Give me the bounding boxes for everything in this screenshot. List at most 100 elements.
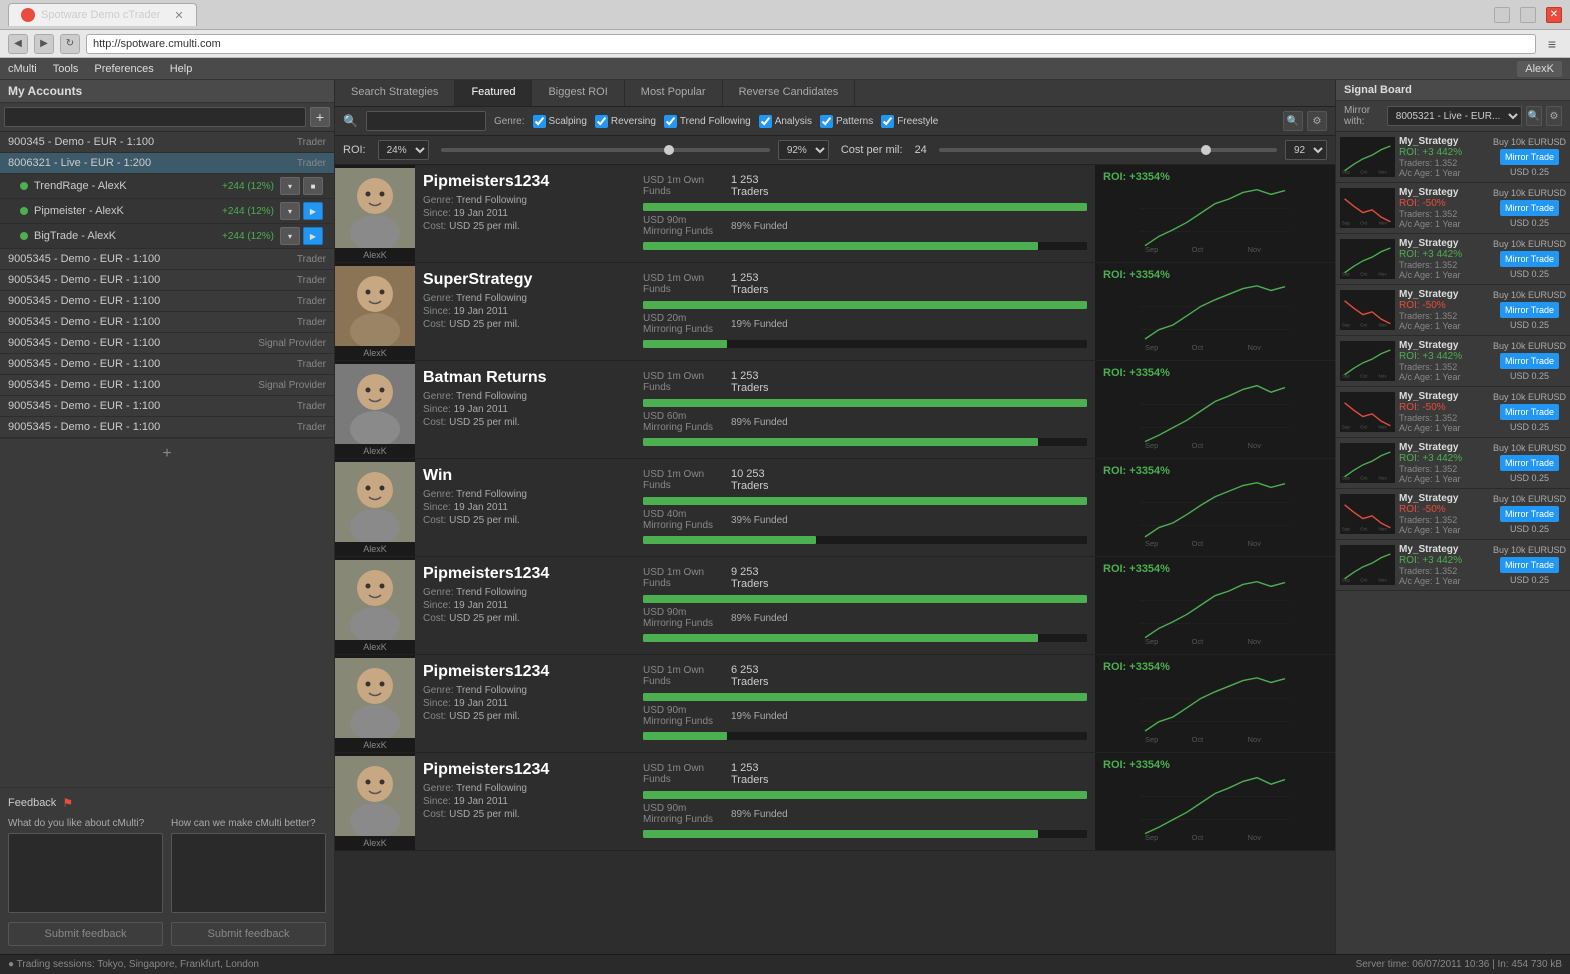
browser-menu-btn[interactable]: ≡ (1542, 34, 1562, 54)
window-close[interactable]: ✕ (1546, 7, 1562, 23)
roi-slider[interactable] (441, 148, 770, 152)
strategy-item[interactable]: AlexK Pipmeisters1234 Genre: Trend Follo… (335, 655, 1335, 753)
svg-text:Nov: Nov (1248, 343, 1262, 352)
server-time: Server time: 06/07/2011 10:36 | In: 454 … (1356, 959, 1562, 970)
more-account-item[interactable]: 9005345 - Demo - EUR - 1:100Trader (0, 396, 334, 417)
filter-scalping[interactable]: Scalping (533, 115, 587, 128)
tab-search[interactable]: Search Strategies (335, 80, 455, 106)
filter-freestyle[interactable]: Freestyle (881, 115, 938, 128)
sub-account-dropdown-3[interactable]: ▾ (280, 227, 300, 245)
account-item-selected[interactable]: 8006321 - Live - EUR - 1:200 Trader (0, 153, 334, 174)
tab-most-popular[interactable]: Most Popular (625, 80, 723, 106)
strategy-info: Pipmeisters1234 Genre: Trend Following S… (415, 753, 635, 850)
more-account-item[interactable]: 9005345 - Demo - EUR - 1:100Trader (0, 312, 334, 333)
strategy-item[interactable]: AlexK Batman Returns Genre: Trend Follow… (335, 361, 1335, 459)
mirror-trade-btn[interactable]: Mirror Trade (1500, 200, 1559, 216)
mirror-trade-btn[interactable]: Mirror Trade (1500, 506, 1559, 522)
tab-close[interactable]: ✕ (174, 9, 183, 22)
filter-icon-btn-2[interactable]: ⚙ (1307, 111, 1327, 131)
strategy-search-input[interactable] (366, 111, 486, 131)
add-new-account-row[interactable]: + (0, 438, 334, 469)
mirror-account-select[interactable]: 8005321 - Live - EUR... (1387, 106, 1522, 126)
sub-account-play-btn[interactable]: ▶ (303, 202, 323, 220)
mirror-trade-btn[interactable]: Mirror Trade (1500, 149, 1559, 165)
strategy-avatar: AlexK (335, 165, 415, 262)
menu-tools[interactable]: Tools (53, 63, 79, 75)
forward-btn[interactable]: ▶ (34, 34, 54, 54)
signal-item: Sep Oct Nov My_Strategy ROI: +3 442% Tra… (1336, 132, 1570, 183)
filter-patterns[interactable]: Patterns (820, 115, 873, 128)
signal-info: My_Strategy ROI: -50% Traders: 1.352 A/c… (1399, 493, 1489, 535)
status-bar: ● Trading sessions: Tokyo, Singapore, Fr… (0, 954, 1570, 974)
menu-preferences[interactable]: Preferences (94, 63, 153, 75)
svg-text:Sep: Sep (1145, 539, 1158, 548)
tab-reverse[interactable]: Reverse Candidates (723, 80, 856, 106)
filter-icon-btn-1[interactable]: 🔍 (1283, 111, 1303, 131)
filter-trend[interactable]: Trend Following (664, 115, 751, 128)
sub-account-play-btn-3[interactable]: ▶ (303, 227, 323, 245)
svg-text:Oct: Oct (1360, 272, 1368, 277)
sub-account-pipmeister[interactable]: Pipmeister - AlexK +244 (12%) ▾ ▶ (0, 199, 334, 224)
url-bar[interactable]: http://spotware.cmulti.com (86, 34, 1536, 54)
svg-text:Nov: Nov (1248, 637, 1262, 646)
svg-text:Sep: Sep (1342, 425, 1351, 430)
mirror-with-label: Mirror with: (1344, 105, 1383, 127)
svg-text:Nov: Nov (1248, 441, 1262, 450)
account-item[interactable]: 900345 - Demo - EUR - 1:100 Trader (0, 132, 334, 153)
cost-slider[interactable] (939, 148, 1277, 152)
submit-feedback-btn-2[interactable]: Submit feedback (171, 922, 326, 946)
strategy-avatar: AlexK (335, 459, 415, 556)
cost-val-end[interactable]: 92 (1285, 140, 1327, 160)
more-account-item[interactable]: 9005345 - Demo - EUR - 1:100Signal Provi… (0, 375, 334, 396)
signal-settings-btn[interactable]: ⚙ (1546, 106, 1562, 126)
filter-analysis[interactable]: Analysis (759, 115, 812, 128)
browser-tab[interactable]: Spotware Demo cTrader ✕ (8, 3, 197, 26)
mirror-trade-btn[interactable]: Mirror Trade (1500, 455, 1559, 471)
sub-account-bigtrade[interactable]: BigTrade - AlexK +244 (12%) ▾ ▶ (0, 224, 334, 249)
add-account-btn[interactable]: + (310, 107, 330, 127)
more-account-item[interactable]: 9005345 - Demo - EUR - 1:100Trader (0, 417, 334, 438)
user-badge[interactable]: AlexK (1517, 61, 1562, 77)
back-btn[interactable]: ◀ (8, 34, 28, 54)
refresh-btn[interactable]: ↻ (60, 34, 80, 54)
strategy-item[interactable]: AlexK Pipmeisters1234 Genre: Trend Follo… (335, 557, 1335, 655)
signal-search-btn[interactable]: 🔍 (1526, 106, 1542, 126)
mirror-trade-btn[interactable]: Mirror Trade (1500, 557, 1559, 573)
feedback-textarea-2[interactable] (171, 833, 326, 913)
window-maximize[interactable]: □ (1520, 7, 1536, 23)
sub-account-dropdown-2[interactable]: ▾ (280, 202, 300, 220)
account-search[interactable] (4, 107, 306, 127)
svg-text:Nov: Nov (1379, 323, 1388, 328)
filter-reversing[interactable]: Reversing (595, 115, 656, 128)
more-account-item[interactable]: 9005345 - Demo - EUR - 1:100Trader (0, 270, 334, 291)
more-account-item[interactable]: 9005345 - Demo - EUR - 1:100Trader (0, 291, 334, 312)
menu-cmulti[interactable]: cMulti (8, 63, 37, 75)
svg-text:Oct: Oct (1192, 833, 1205, 842)
strategy-item[interactable]: AlexK Pipmeisters1234 Genre: Trend Follo… (335, 753, 1335, 851)
roi-val-select[interactable]: 92% (778, 140, 829, 160)
strategy-chart: ROI: +3354% Sep Oct Nov (1095, 361, 1335, 458)
svg-text:Nov: Nov (1379, 170, 1388, 175)
more-account-item[interactable]: 9005345 - Demo - EUR - 1:100Trader (0, 249, 334, 270)
sub-dot-3 (20, 232, 28, 240)
mirror-trade-btn[interactable]: Mirror Trade (1500, 302, 1559, 318)
tab-featured[interactable]: Featured (455, 80, 532, 106)
feedback-textarea-1[interactable] (8, 833, 163, 913)
mirror-trade-btn[interactable]: Mirror Trade (1500, 251, 1559, 267)
more-account-item[interactable]: 9005345 - Demo - EUR - 1:100Trader (0, 354, 334, 375)
sub-account-dropdown[interactable]: ▾ (280, 177, 300, 195)
mirror-trade-btn[interactable]: Mirror Trade (1500, 404, 1559, 420)
tab-biggest-roi[interactable]: Biggest ROI (532, 80, 624, 106)
roi-select[interactable]: 24% (378, 140, 429, 160)
strategy-item[interactable]: AlexK Win Genre: Trend Following Since: … (335, 459, 1335, 557)
menu-help[interactable]: Help (170, 63, 193, 75)
signal-item: Sep Oct Nov My_Strategy ROI: +3 442% Tra… (1336, 438, 1570, 489)
strategy-item[interactable]: AlexK SuperStrategy Genre: Trend Followi… (335, 263, 1335, 361)
submit-feedback-btn-1[interactable]: Submit feedback (8, 922, 163, 946)
mirror-trade-btn[interactable]: Mirror Trade (1500, 353, 1559, 369)
sub-account-trendrage[interactable]: TrendRage - AlexK +244 (12%) ▾ ■ (0, 174, 334, 199)
sub-account-stop-btn[interactable]: ■ (303, 177, 323, 195)
window-minimize[interactable]: ─ (1494, 7, 1510, 23)
more-account-item[interactable]: 9005345 - Demo - EUR - 1:100Signal Provi… (0, 333, 334, 354)
strategy-item[interactable]: AlexK Pipmeisters1234 Genre: Trend Follo… (335, 165, 1335, 263)
